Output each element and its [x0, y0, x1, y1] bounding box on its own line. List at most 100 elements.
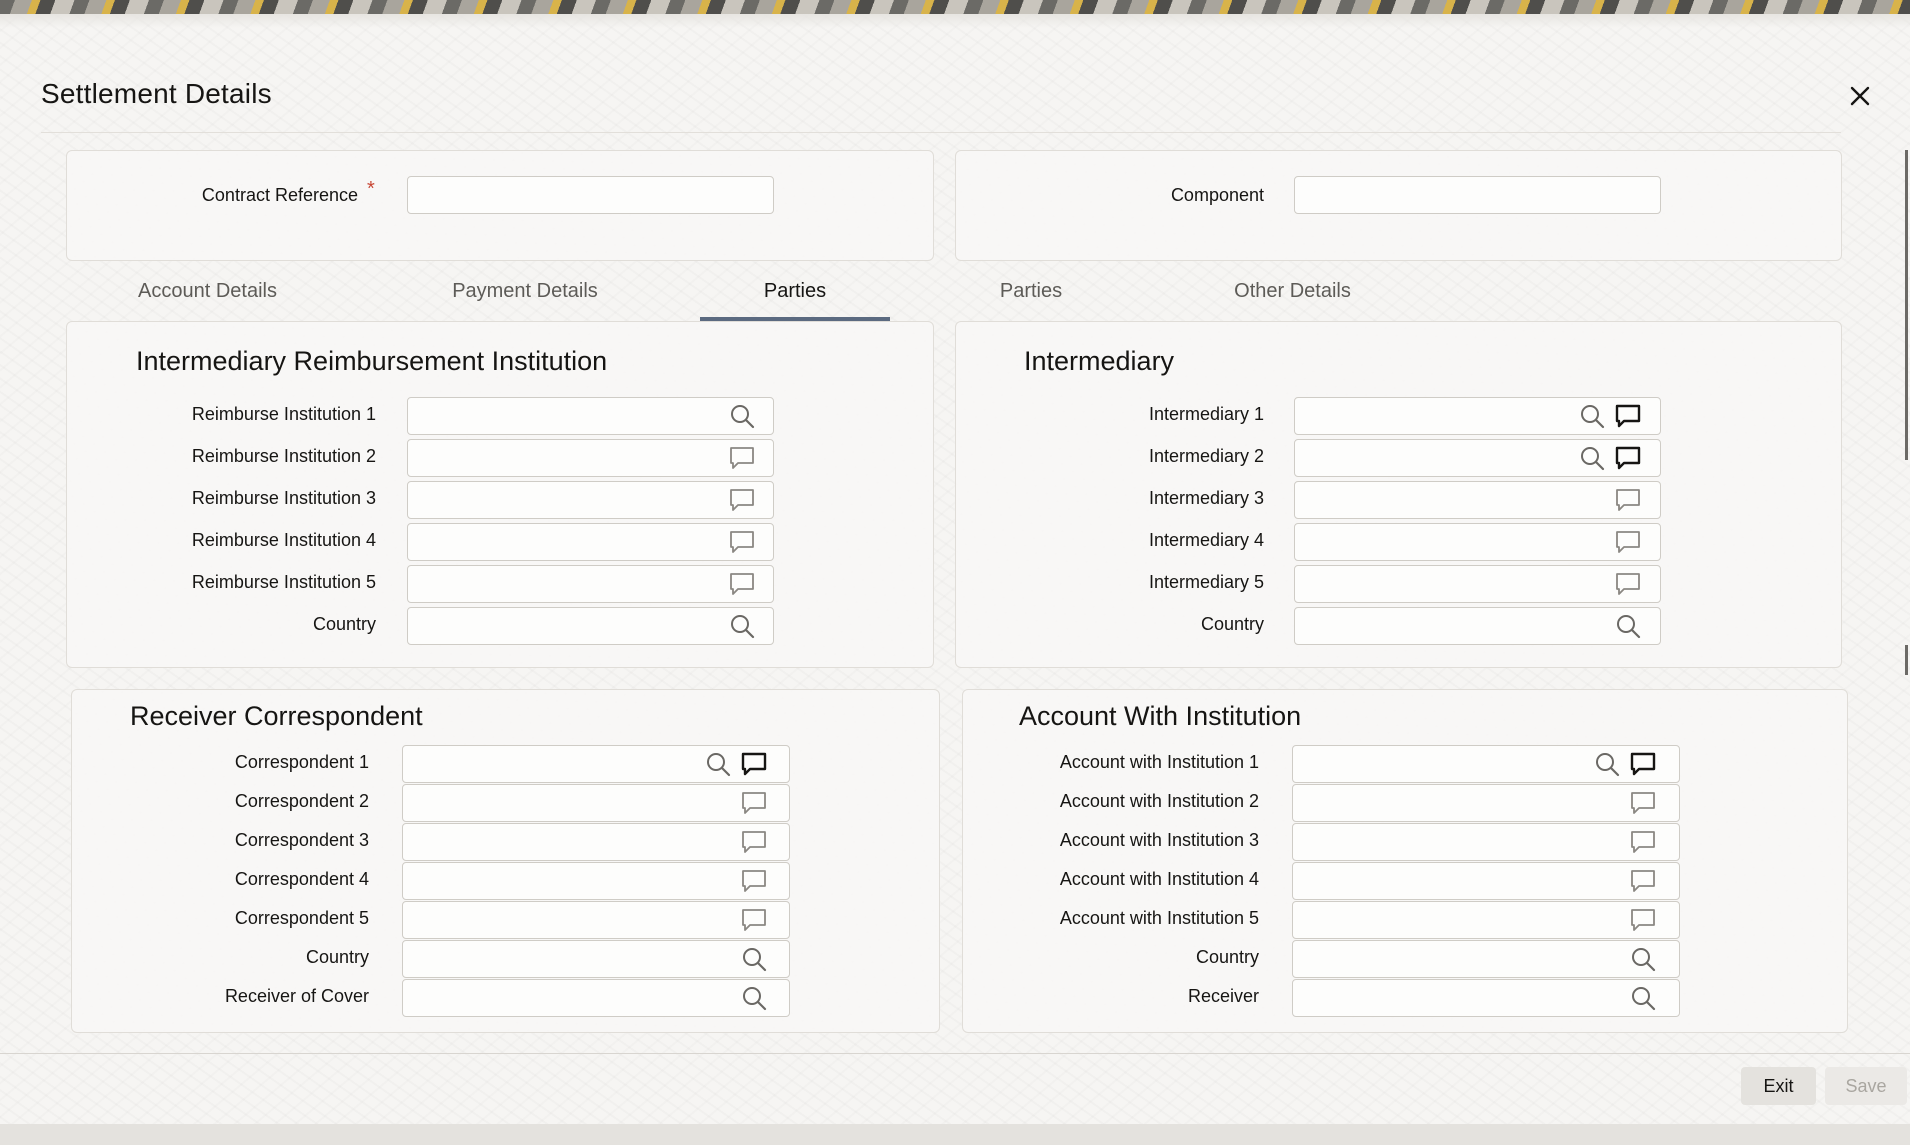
intermediary-field-2-search-icon[interactable] — [1577, 443, 1607, 473]
scrollbar-marker — [1905, 645, 1908, 675]
account-with-institution-field-4-input[interactable] — [1292, 862, 1680, 900]
receiver-correspondent-field-2-input[interactable] — [402, 784, 790, 822]
intermediary-field-4-input[interactable] — [1294, 523, 1661, 561]
account-with-institution-field-3-label: Account with Institution 3 — [1059, 830, 1259, 850]
reimbursement-field-4-label: Reimburse Institution 4 — [191, 530, 376, 550]
contract-reference-input[interactable] — [407, 176, 774, 214]
account-with-institution-field-7-input[interactable] — [1292, 979, 1680, 1017]
account-with-institution-field-6-search-icon[interactable] — [1628, 944, 1658, 974]
intermediary-field-1-comment-icon[interactable] — [1613, 401, 1643, 431]
account-with-institution-field-2-comment-icon[interactable] — [1628, 788, 1658, 818]
intermediary-field-6-label: Country — [1200, 614, 1264, 634]
tab-parties[interactable]: Parties — [700, 280, 890, 320]
tab-parties-2[interactable]: Parties — [960, 280, 1102, 320]
account-with-institution-field-4-comment-icon[interactable] — [1628, 866, 1658, 896]
account-with-institution-field-2-label: Account with Institution 2 — [1059, 791, 1259, 811]
exit-button[interactable]: Exit — [1741, 1067, 1816, 1105]
status-bar — [0, 1124, 1910, 1145]
intermediary-field-2-label: Intermediary 2 — [1148, 446, 1264, 466]
receiver-correspondent-field-1-comment-icon[interactable] — [739, 749, 769, 779]
header-banner — [0, 0, 1910, 28]
intermediary-field-4-label: Intermediary 4 — [1148, 530, 1264, 550]
receiver-correspondent-section-title: Receiver Correspondent — [130, 701, 423, 731]
reimbursement-field-3-input[interactable] — [407, 481, 774, 519]
reimbursement-field-1-label: Reimburse Institution 1 — [191, 404, 376, 424]
receiver-correspondent-field-3-input[interactable] — [402, 823, 790, 861]
reimbursement-field-1-input[interactable] — [407, 397, 774, 435]
account-with-institution-field-4-label: Account with Institution 4 — [1059, 869, 1259, 889]
account-with-institution-field-6-label: Country — [1195, 947, 1259, 967]
intermediary-field-5-input[interactable] — [1294, 565, 1661, 603]
receiver-correspondent-field-4-comment-icon[interactable] — [739, 866, 769, 896]
footer-divider — [0, 1053, 1910, 1054]
reimbursement-field-3-label: Reimburse Institution 3 — [191, 488, 376, 508]
component-label: Component — [1170, 185, 1264, 205]
intermediary-field-2-comment-icon[interactable] — [1613, 443, 1643, 473]
reimbursement-field-6-input[interactable] — [407, 607, 774, 645]
intermediary-field-6-search-icon[interactable] — [1613, 611, 1643, 641]
component-input[interactable] — [1294, 176, 1661, 214]
tab-payment-details[interactable]: Payment Details — [430, 280, 620, 320]
reimbursement-field-3-comment-icon[interactable] — [727, 485, 757, 515]
contract-reference-label: Contract Reference — [201, 185, 358, 205]
save-button[interactable]: Save — [1825, 1067, 1907, 1105]
receiver-correspondent-field-4-label: Correspondent 4 — [234, 869, 369, 889]
account-with-institution-field-3-input[interactable] — [1292, 823, 1680, 861]
receiver-correspondent-field-2-label: Correspondent 2 — [234, 791, 369, 811]
intermediary-field-4-comment-icon[interactable] — [1613, 527, 1643, 557]
account-with-institution-field-6-input[interactable] — [1292, 940, 1680, 978]
reimbursement-field-1-search-icon[interactable] — [727, 401, 757, 431]
reimbursement-section-title: Intermediary Reimbursement Institution — [136, 346, 608, 376]
account-with-institution-field-5-input[interactable] — [1292, 901, 1680, 939]
receiver-correspondent-field-6-label: Country — [305, 947, 369, 967]
reimbursement-field-6-search-icon[interactable] — [727, 611, 757, 641]
account-with-institution-field-5-label: Account with Institution 5 — [1059, 908, 1259, 928]
intermediary-field-6-input[interactable] — [1294, 607, 1661, 645]
receiver-correspondent-field-6-input[interactable] — [402, 940, 790, 978]
receiver-correspondent-field-7-input[interactable] — [402, 979, 790, 1017]
receiver-correspondent-field-5-comment-icon[interactable] — [739, 905, 769, 935]
reimbursement-field-4-input[interactable] — [407, 523, 774, 561]
receiver-correspondent-field-5-label: Correspondent 5 — [234, 908, 369, 928]
intermediary-field-3-input[interactable] — [1294, 481, 1661, 519]
account-with-institution-field-5-comment-icon[interactable] — [1628, 905, 1658, 935]
reimbursement-field-2-label: Reimburse Institution 2 — [191, 446, 376, 466]
receiver-correspondent-field-5-input[interactable] — [402, 901, 790, 939]
receiver-correspondent-field-6-search-icon[interactable] — [739, 944, 769, 974]
intermediary-field-3-label: Intermediary 3 — [1148, 488, 1264, 508]
account-with-institution-field-1-comment-icon[interactable] — [1628, 749, 1658, 779]
account-with-institution-field-1-label: Account with Institution 1 — [1059, 752, 1259, 772]
account-with-institution-field-7-search-icon[interactable] — [1628, 983, 1658, 1013]
receiver-correspondent-field-4-input[interactable] — [402, 862, 790, 900]
account-with-institution-field-2-input[interactable] — [1292, 784, 1680, 822]
account-with-institution-field-3-comment-icon[interactable] — [1628, 827, 1658, 857]
page-title: Settlement Details — [41, 78, 272, 109]
scrollbar-thumb[interactable] — [1905, 150, 1908, 460]
receiver-correspondent-field-7-search-icon[interactable] — [739, 983, 769, 1013]
receiver-correspondent-field-3-comment-icon[interactable] — [739, 827, 769, 857]
receiver-correspondent-field-7-label: Receiver of Cover — [224, 986, 369, 1006]
intermediary-section-title: Intermediary — [1024, 346, 1175, 376]
reimbursement-field-6-label: Country — [312, 614, 376, 634]
close-button[interactable] — [1842, 78, 1878, 114]
receiver-correspondent-field-2-comment-icon[interactable] — [739, 788, 769, 818]
intermediary-field-5-label: Intermediary 5 — [1148, 572, 1264, 592]
reimbursement-field-5-comment-icon[interactable] — [727, 569, 757, 599]
reimbursement-field-5-input[interactable] — [407, 565, 774, 603]
receiver-correspondent-field-1-search-icon[interactable] — [703, 749, 733, 779]
account-with-institution-field-1-search-icon[interactable] — [1592, 749, 1622, 779]
reimbursement-field-5-label: Reimburse Institution 5 — [191, 572, 376, 592]
required-marker: * — [367, 178, 375, 200]
account-with-institution-field-7-label: Receiver — [1187, 986, 1259, 1006]
intermediary-field-3-comment-icon[interactable] — [1613, 485, 1643, 515]
reimbursement-field-4-comment-icon[interactable] — [727, 527, 757, 557]
title-divider — [41, 132, 1841, 133]
intermediary-field-5-comment-icon[interactable] — [1613, 569, 1643, 599]
intermediary-field-1-search-icon[interactable] — [1577, 401, 1607, 431]
tab-account-details[interactable]: Account Details — [110, 280, 305, 320]
reimbursement-field-2-input[interactable] — [407, 439, 774, 477]
tab-other-details[interactable]: Other Details — [1200, 280, 1385, 320]
reimbursement-field-2-comment-icon[interactable] — [727, 443, 757, 473]
close-icon — [1850, 86, 1870, 106]
receiver-correspondent-field-1-label: Correspondent 1 — [234, 752, 369, 772]
